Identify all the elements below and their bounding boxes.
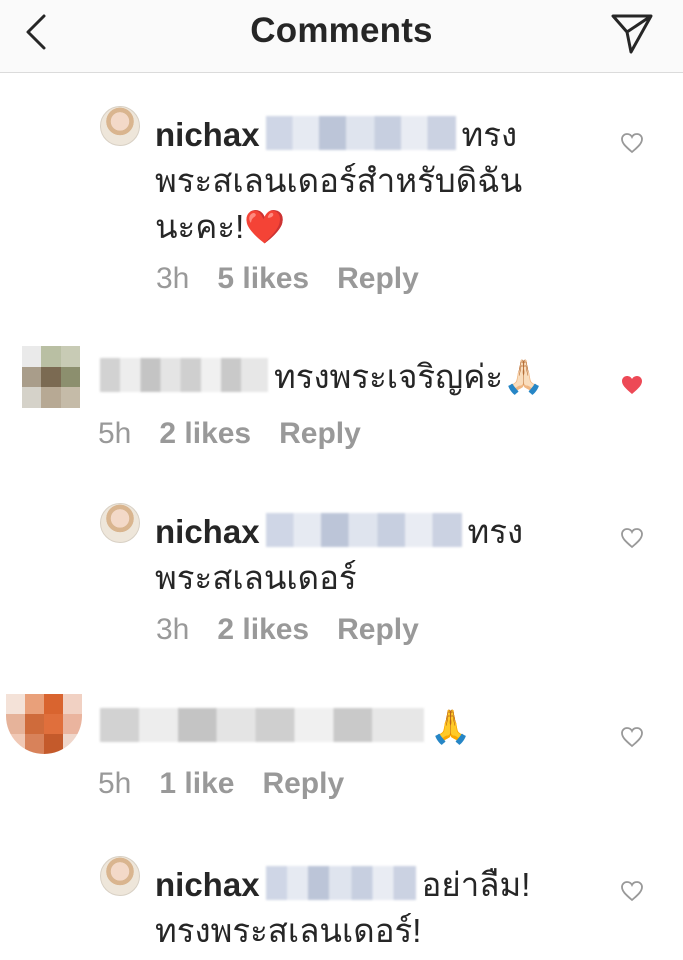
comments-header: Comments: [0, 0, 683, 73]
heart-icon[interactable]: [620, 726, 644, 748]
comment-username[interactable]: nichax: [155, 866, 260, 903]
comment-text: ทรงพระเจริญค่ะ🙏🏻: [100, 354, 600, 400]
comment-item: nichax ทรง พระสเลนเดอร์สำหรับดิฉัน นะคะ!❤…: [0, 100, 683, 310]
paper-plane-icon[interactable]: [609, 10, 655, 56]
reply-button[interactable]: Reply: [337, 613, 419, 646]
comment-meta: 5h 1 like Reply: [98, 767, 372, 801]
comment-text: nichax ทรง พระสเลนเดอร์: [155, 513, 524, 596]
avatar[interactable]: [100, 856, 140, 896]
comment-time: 5h: [98, 767, 132, 800]
heart-icon[interactable]: [620, 880, 644, 902]
comment-item: nichax อย่าลืม! ทรงพระสเลนเดอร์!: [0, 850, 683, 960]
comment-item: 🙏 5h 1 like Reply: [0, 690, 683, 820]
comment-text: nichax อย่าลืม! ทรงพระสเลนเดอร์!: [155, 866, 531, 949]
comment-text: nichax ทรง พระสเลนเดอร์สำหรับดิฉัน นะคะ!❤…: [155, 116, 523, 245]
blurred-mention: [265, 513, 462, 548]
comment-time: 3h: [156, 613, 190, 646]
comment-time: 3h: [156, 262, 190, 295]
reply-button[interactable]: Reply: [262, 767, 344, 800]
comment-time: 5h: [98, 417, 132, 450]
comment-item: ทรงพระเจริญค่ะ🙏🏻 5h 2 likes Reply: [0, 340, 683, 470]
blurred-mention: [265, 866, 416, 901]
comment-likes[interactable]: 5 likes: [217, 262, 309, 295]
avatar[interactable]: [100, 503, 140, 543]
comment-username[interactable]: nichax: [155, 116, 260, 153]
blurred-username[interactable]: [100, 708, 424, 743]
comment-likes[interactable]: 2 likes: [217, 613, 309, 646]
comment-meta: 5h 2 likes Reply: [98, 417, 389, 451]
reply-button[interactable]: Reply: [337, 262, 419, 295]
avatar[interactable]: [22, 346, 80, 408]
comment-text: 🙏: [100, 704, 600, 750]
reply-button[interactable]: Reply: [279, 417, 361, 450]
comment-meta: 3h 5 likes Reply: [156, 262, 447, 296]
comment-username[interactable]: nichax: [155, 513, 260, 550]
comment-likes[interactable]: 1 like: [159, 767, 234, 800]
page-title: Comments: [250, 11, 433, 50]
comment-likes[interactable]: 2 likes: [159, 417, 251, 450]
blurred-username[interactable]: [100, 358, 268, 393]
heart-icon-liked[interactable]: [620, 374, 644, 396]
heart-icon[interactable]: [620, 132, 644, 154]
avatar[interactable]: [100, 106, 140, 146]
comment-meta: 3h 2 likes Reply: [156, 613, 447, 647]
blurred-mention: [265, 116, 456, 151]
comment-item: nichax ทรง พระสเลนเดอร์ 3h 2 likes Reply: [0, 497, 683, 657]
heart-icon[interactable]: [620, 527, 644, 549]
avatar[interactable]: [6, 694, 82, 754]
